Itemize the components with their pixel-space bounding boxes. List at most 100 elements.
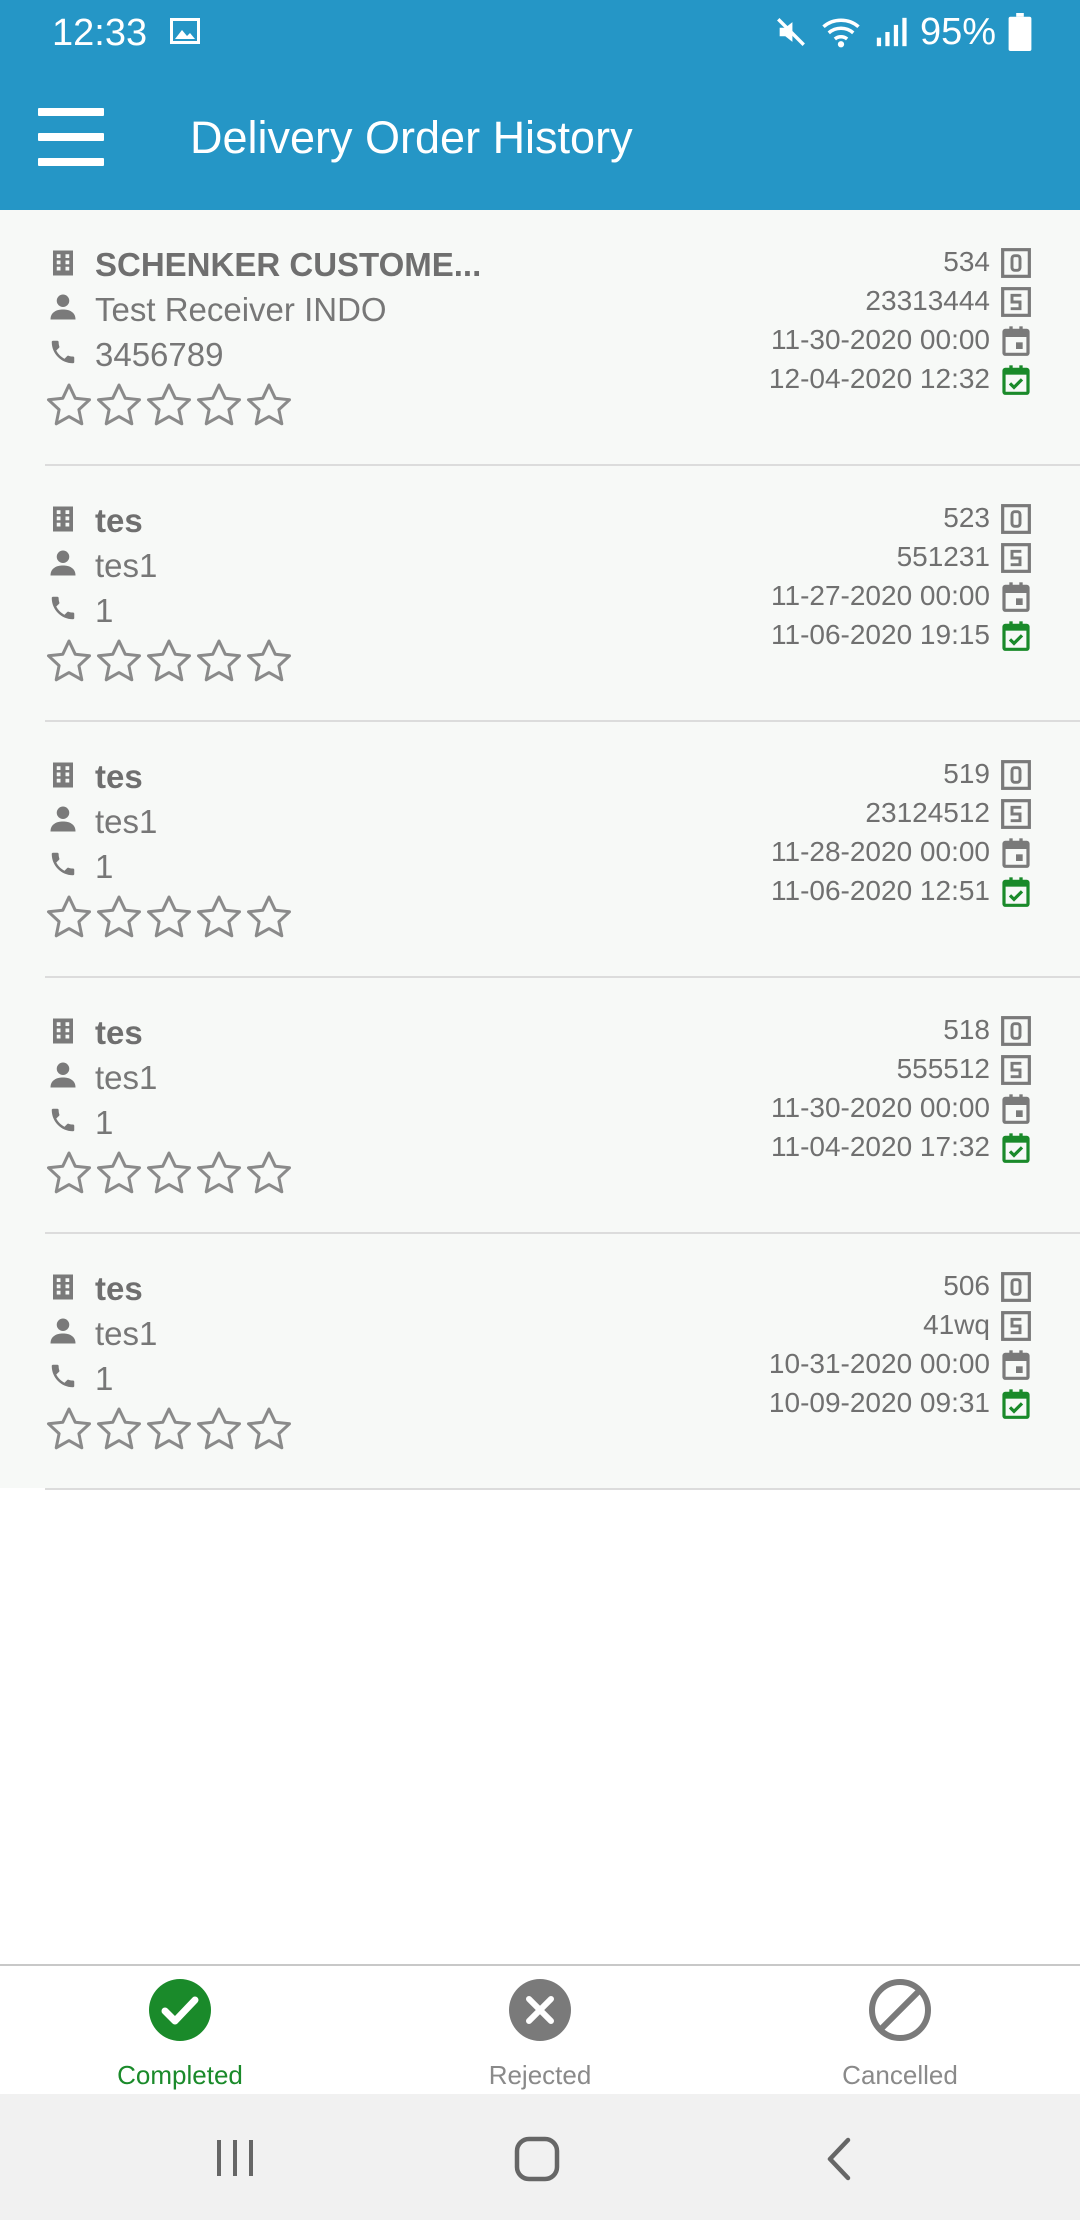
phone-icon (48, 849, 78, 879)
order-card[interactable]: tes tes1 1 518 555512 11-30-2020 00:00 11-04-2… (0, 978, 1080, 1234)
shipment-icon (1000, 1310, 1032, 1342)
star-icon[interactable] (145, 638, 193, 684)
order-card[interactable]: tes tes1 1 506 41wq 10-31-2020 00:00 10-09-202… (0, 1234, 1080, 1490)
signal-icon (876, 17, 907, 47)
app-header: 12:33 95% Delivery Order History (0, 0, 1080, 210)
scheduled-date: 11-28-2020 00:00 (771, 836, 990, 867)
star-icon[interactable] (95, 638, 143, 684)
star-icon[interactable] (145, 894, 193, 940)
star-icon[interactable] (95, 382, 143, 428)
rating-stars[interactable] (45, 894, 293, 940)
customer-name: tes (95, 1014, 143, 1051)
star-icon[interactable] (245, 1406, 293, 1452)
order-id: 519 (943, 758, 990, 789)
star-icon[interactable] (95, 1406, 143, 1452)
receiver-name: tes1 (95, 1059, 158, 1096)
phone-number: 3456789 (95, 336, 224, 373)
completed-date: 12-04-2020 12:32 (768, 363, 990, 394)
order-card[interactable]: SCHENKER CUSTOME... Test Receiver INDO 345… (0, 210, 1080, 466)
rating-stars[interactable] (45, 382, 293, 428)
shipment-number: 23124512 (865, 797, 990, 828)
star-icon[interactable] (45, 1406, 93, 1452)
completed-date: 10-09-2020 09:31 (768, 1387, 990, 1418)
phone-number: 1 (95, 1104, 114, 1141)
customer-name: tes (95, 1270, 143, 1307)
customer-name: SCHENKER CUSTOME... (95, 246, 482, 283)
customer-name: tes (95, 502, 143, 539)
nav-completed-label: Completed (117, 2060, 243, 2090)
building-icon (48, 504, 78, 534)
recents-icon[interactable] (214, 2138, 256, 2178)
calendar-check-icon (1000, 620, 1032, 652)
shipment-icon (1000, 798, 1032, 830)
star-icon[interactable] (95, 894, 143, 940)
nav-completed[interactable]: Completed (0, 1966, 360, 2096)
star-icon[interactable] (195, 1150, 243, 1196)
star-icon[interactable] (245, 894, 293, 940)
back-icon[interactable] (824, 2136, 854, 2182)
battery-percent: 95% (919, 10, 996, 53)
order-list: SCHENKER CUSTOME... Test Receiver INDO 345… (0, 210, 1080, 1490)
person-icon (48, 804, 78, 834)
phone-number: 1 (95, 592, 114, 629)
completed-date: 11-06-2020 12:51 (771, 875, 990, 906)
person-icon (48, 1060, 78, 1090)
star-icon[interactable] (195, 638, 243, 684)
home-icon[interactable] (514, 2136, 560, 2182)
system-nav-bar (0, 2094, 1080, 2220)
rating-stars[interactable] (45, 1150, 293, 1196)
scheduled-date: 11-27-2020 00:00 (771, 580, 990, 611)
shipment-number: 41wq (923, 1309, 990, 1340)
nav-cancelled[interactable]: Cancelled (720, 1966, 1080, 2096)
star-icon[interactable] (245, 1150, 293, 1196)
star-icon[interactable] (195, 382, 243, 428)
star-icon[interactable] (145, 382, 193, 428)
star-icon[interactable] (45, 638, 93, 684)
image-notification-icon (170, 18, 200, 44)
phone-icon (48, 1105, 78, 1135)
calendar-check-icon (1000, 364, 1032, 396)
status-icons: 95% (774, 10, 1032, 54)
rating-stars[interactable] (45, 638, 293, 684)
order-id: 518 (943, 1014, 990, 1045)
shipment-number: 555512 (896, 1053, 990, 1084)
bottom-navigation: Completed Rejected Cancelled (0, 1964, 1080, 2096)
star-icon[interactable] (245, 382, 293, 428)
phone-number: 1 (95, 1360, 114, 1397)
star-icon[interactable] (145, 1150, 193, 1196)
phone-icon (48, 593, 78, 623)
scheduled-date: 11-30-2020 00:00 (771, 324, 990, 355)
person-icon (48, 548, 78, 578)
page-title: Delivery Order History (190, 112, 633, 163)
calendar-icon (1000, 1093, 1032, 1125)
shipment-icon (1000, 542, 1032, 574)
order-card[interactable]: tes tes1 1 523 551231 11-27-2020 00:00 11-06-2… (0, 466, 1080, 722)
star-icon[interactable] (45, 382, 93, 428)
calendar-icon (1000, 837, 1032, 869)
receiver-name: Test Receiver INDO (95, 291, 387, 328)
menu-icon[interactable] (38, 108, 104, 166)
star-icon[interactable] (45, 894, 93, 940)
order-id: 523 (943, 502, 990, 533)
star-icon[interactable] (45, 1150, 93, 1196)
completed-date: 11-04-2020 17:32 (771, 1131, 990, 1162)
calendar-check-icon (1000, 876, 1032, 908)
order-id-icon (1000, 759, 1032, 791)
scheduled-date: 10-31-2020 00:00 (768, 1348, 990, 1379)
order-id-icon (1000, 1271, 1032, 1303)
shipment-icon (1000, 1054, 1032, 1086)
rating-stars[interactable] (45, 1406, 293, 1452)
star-icon[interactable] (145, 1406, 193, 1452)
star-icon[interactable] (195, 894, 243, 940)
star-icon[interactable] (95, 1150, 143, 1196)
star-icon[interactable] (245, 638, 293, 684)
calendar-check-icon (1000, 1132, 1032, 1164)
scheduled-date: 11-30-2020 00:00 (771, 1092, 990, 1123)
star-icon[interactable] (195, 1406, 243, 1452)
wifi-icon (822, 18, 860, 48)
order-id-icon (1000, 247, 1032, 279)
order-card[interactable]: tes tes1 1 519 23124512 11-28-2020 00:00 11-06… (0, 722, 1080, 978)
phone-icon (48, 1361, 78, 1391)
nav-rejected[interactable]: Rejected (360, 1966, 720, 2096)
receiver-name: tes1 (95, 803, 158, 840)
